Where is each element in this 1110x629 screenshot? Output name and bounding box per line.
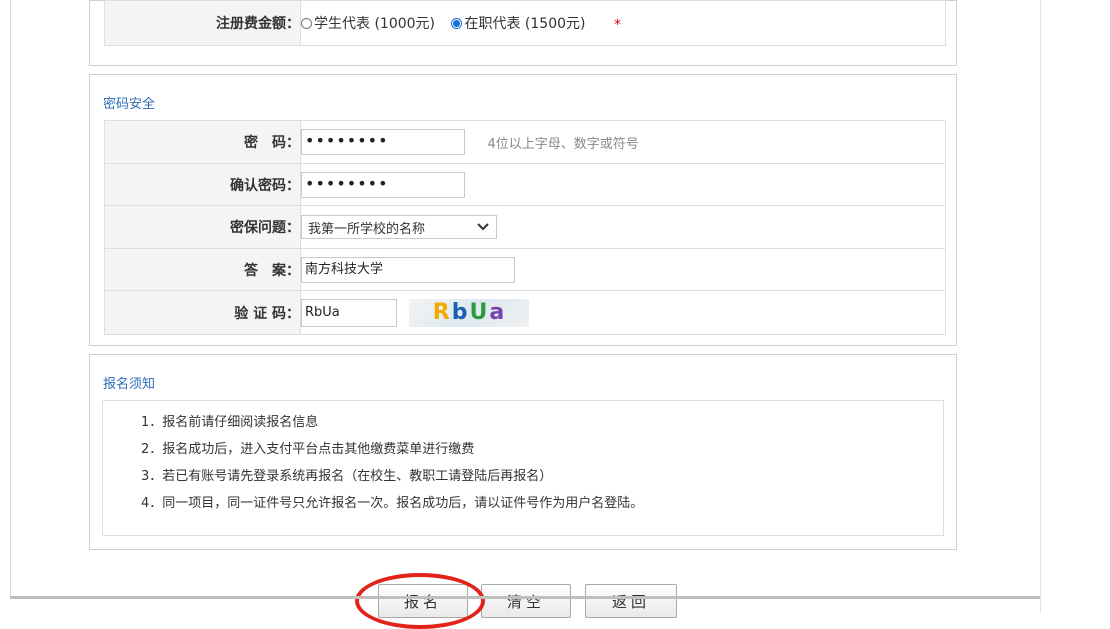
captcha-char: b bbox=[451, 300, 470, 325]
fee-option-student[interactable]: 学生代表 (1000元) bbox=[301, 13, 435, 33]
confirm-password-label: 确认密码： bbox=[104, 163, 301, 206]
password-input[interactable]: •••••••• bbox=[301, 129, 465, 155]
chevron-down-icon bbox=[477, 223, 489, 231]
captcha-char: U bbox=[469, 300, 490, 325]
list-item: 4．同一项目，同一证件号只允许报名一次。报名成功后，请以证件号作为用户名登陆。 bbox=[141, 496, 644, 511]
registration-notice-section: 报名须知 1．报名前请仔细阅读报名信息 2．报名成功后，进入支付平台点击其他缴费… bbox=[89, 354, 957, 550]
captcha-input[interactable]: RbUa bbox=[301, 298, 397, 327]
captcha-char: R bbox=[432, 300, 452, 325]
confirm-password-input[interactable]: •••••••• bbox=[301, 171, 465, 198]
answer-label: 答 案： bbox=[104, 248, 301, 291]
fee-option-student-label: 学生代表 (1000元) bbox=[314, 16, 436, 32]
section-title-notice: 报名须知 bbox=[103, 377, 156, 392]
fee-option-staff-label: 在职代表 (1500元) bbox=[464, 16, 586, 32]
password-hint: 4位以上字母、数字或符号 bbox=[487, 136, 639, 152]
back-button[interactable]: 返回 bbox=[585, 584, 677, 618]
security-question-select[interactable]: 我第一所学校的名称 bbox=[301, 215, 497, 239]
required-mark: * bbox=[613, 16, 621, 33]
list-item: 1．报名前请仔细阅读报名信息 bbox=[141, 415, 319, 430]
list-item: 2．报名成功后，进入支付平台点击其他缴费菜单进行缴费 bbox=[141, 442, 475, 457]
right-panel-divider bbox=[1040, 0, 1041, 612]
security-question-value: 我第一所学校的名称 bbox=[308, 221, 426, 237]
password-label: 密 码： bbox=[104, 120, 301, 164]
fee-option-staff[interactable]: 在职代表 (1500元) bbox=[451, 13, 585, 33]
password-security-section: 密码安全 密 码： •••••••• 4位以上字母、数字或符号 确认密码： ••… bbox=[89, 74, 957, 346]
captcha-image[interactable]: R b U a bbox=[409, 298, 530, 327]
highlight-circle bbox=[355, 573, 485, 629]
clear-button[interactable]: 清空 bbox=[481, 584, 571, 618]
section-title-security: 密码安全 bbox=[103, 97, 156, 112]
radio-selected-icon[interactable] bbox=[451, 17, 463, 29]
answer-input[interactable]: 南方科技大学 bbox=[301, 256, 515, 283]
fee-label: 注册费金额： bbox=[104, 0, 301, 46]
security-question-label: 密保问题： bbox=[104, 205, 301, 249]
list-item: 3．若已有账号请先登录系统再报名（在校生、教职工请登陆后再报名） bbox=[141, 469, 553, 484]
radio-unselected-icon[interactable] bbox=[301, 17, 312, 29]
page-left-border bbox=[10, 0, 11, 596]
captcha-label: 验 证 码： bbox=[104, 290, 301, 335]
page-bottom-border bbox=[10, 596, 1040, 599]
notice-list: 1．报名前请仔细阅读报名信息 2．报名成功后，进入支付平台点击其他缴费菜单进行缴… bbox=[102, 400, 944, 536]
fee-section: 注册费金额： 学生代表 (1000元) 在职代表 (1500元) * bbox=[89, 0, 957, 66]
captcha-char: a bbox=[489, 300, 507, 325]
